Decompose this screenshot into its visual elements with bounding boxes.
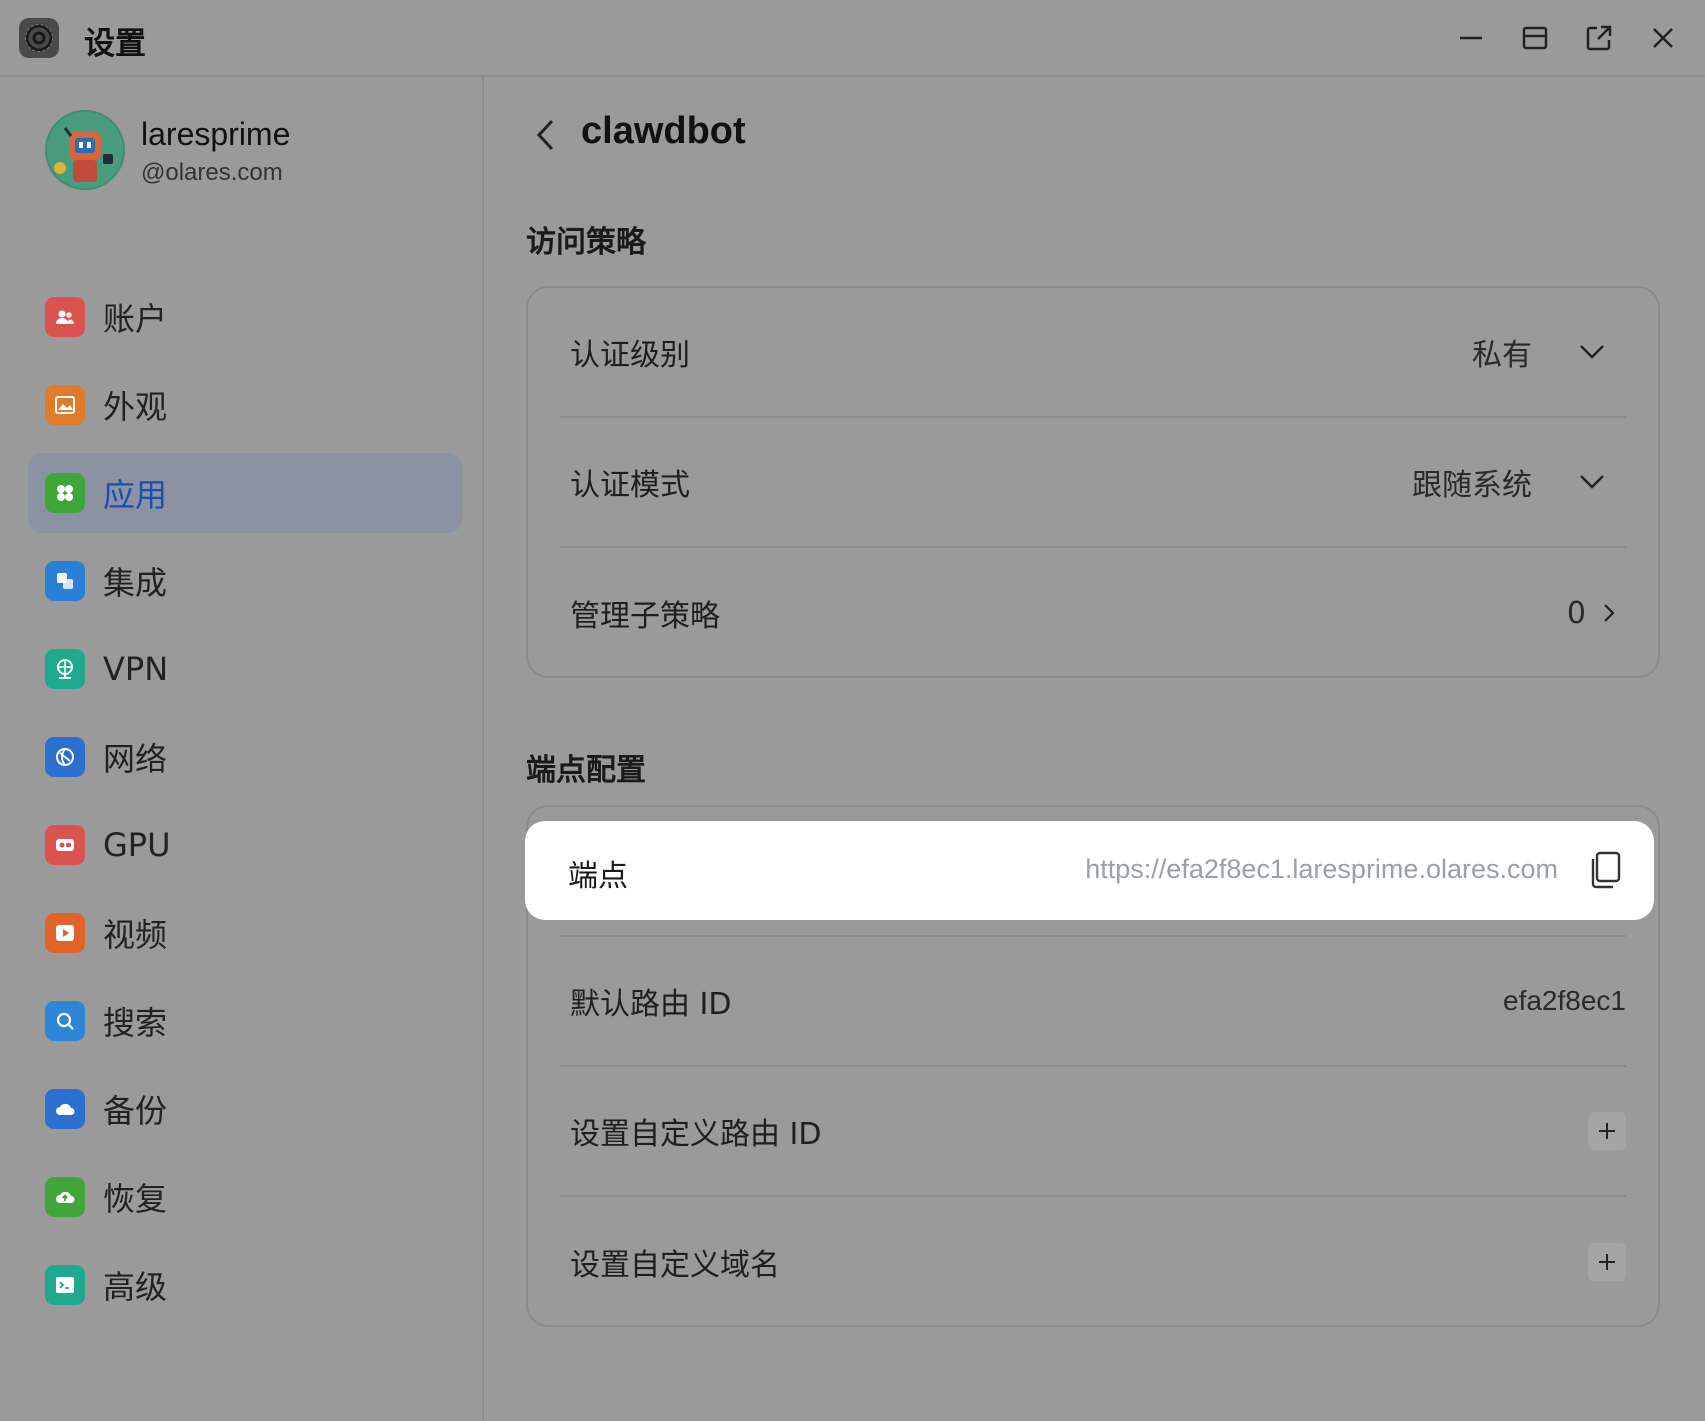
avatar[interactable] [45,110,125,190]
main-panel: clawdbot 访问策略 认证级别 私有 认证模式 跟随系统 管理子策略 0 [486,77,1705,1421]
sidebar-item-label: 应用 [103,476,168,514]
sub-policy-count: 0 [1566,595,1586,631]
page-title: clawdbot [581,110,746,152]
add-custom-domain-button[interactable] [1588,1243,1626,1281]
auth-mode-select[interactable]: 跟随系统 [1412,460,1532,504]
advanced-icon [45,1265,85,1305]
minimize-icon[interactable] [1453,20,1489,56]
access-policy-heading: 访问策略 [526,225,646,260]
default-route-id-row: 默认路由 ID efa2f8ec1 [560,937,1626,1067]
plus-icon [1599,1254,1615,1270]
add-custom-route-id-button[interactable] [1588,1112,1626,1150]
vpn-icon [45,649,85,689]
default-route-id-value: efa2f8ec1 [1503,985,1626,1016]
endpoint-label: 端点 [568,859,628,894]
settings-app-icon [19,18,59,58]
sidebar-item-advanced[interactable]: 高级 [28,1245,462,1325]
video-icon [45,913,85,953]
endpoint-config-heading: 端点配置 [526,753,646,788]
row-label: 设置自定义域名 [570,1248,780,1283]
sidebar-item-backup[interactable]: 备份 [28,1069,462,1149]
row-label: 认证级别 [570,338,690,373]
sidebar-item-integration[interactable]: 集成 [28,541,462,621]
auth-mode-row[interactable]: 认证模式 跟随系统 [560,418,1626,548]
sidebar-item-search[interactable]: 搜索 [28,981,462,1061]
sidebar-item-label: GPU [103,826,171,864]
backup-icon [45,1089,85,1129]
sidebar-item-restore[interactable]: 恢复 [28,1157,462,1237]
access-policy-card: 认证级别 私有 认证模式 跟随系统 管理子策略 0 [526,286,1660,678]
apps-icon [45,473,85,513]
sidebar-item-appearance[interactable]: 外观 [28,365,462,445]
custom-route-id-row[interactable]: 设置自定义路由 ID [560,1067,1626,1197]
gpu-icon [45,825,85,865]
plus-icon [1599,1123,1615,1139]
row-label: 设置自定义路由 ID [570,1117,822,1152]
sidebar-item-label: 外观 [103,388,168,426]
sidebar-item-gpu[interactable]: GPU [28,805,462,885]
user-domain: @olares.com [141,159,283,186]
sidebar-item-label: VPN [103,650,169,688]
chevron-right-icon[interactable] [1602,602,1616,624]
sidebar-nav: 账户 外观 应用 集成 VPN 网络 GPU 视频 搜索 备份 恢复 高级 [28,277,462,1333]
copy-icon[interactable] [1588,850,1624,890]
window-title: 设置 [84,26,146,62]
sidebar-item-label: 恢复 [103,1180,168,1218]
sidebar-item-video[interactable]: 视频 [28,893,462,973]
user-name: laresprime [141,116,291,152]
sidebar-item-label: 账户 [103,300,168,338]
sidebar-item-label: 搜索 [103,1004,168,1042]
row-label: 默认路由 ID [570,987,732,1022]
chevron-down-icon[interactable] [1578,473,1606,491]
sub-policy-row[interactable]: 管理子策略 0 [560,548,1626,678]
row-label: 认证模式 [570,468,690,503]
endpoint-url[interactable]: https://efa2f8ec1.laresprime.olares.com [1085,854,1558,885]
endpoint-row[interactable]: 端点 https://efa2f8ec1.laresprime.olares.c… [525,821,1654,920]
restore-icon [45,1177,85,1217]
sidebar-item-label: 高级 [103,1268,168,1306]
back-button[interactable] [526,115,566,155]
search-icon [45,1001,85,1041]
auth-level-row[interactable]: 认证级别 私有 [560,288,1626,418]
maximize-icon[interactable] [1517,20,1553,56]
sidebar-item-vpn[interactable]: VPN [28,629,462,709]
sidebar-item-accounts[interactable]: 账户 [28,277,462,357]
close-icon[interactable] [1645,20,1681,56]
sidebar-item-label: 集成 [103,564,168,602]
sidebar-item-label: 视频 [103,916,168,954]
auth-level-select[interactable]: 私有 [1472,330,1532,374]
row-label: 管理子策略 [570,599,720,634]
sidebar-item-label: 网络 [103,740,168,778]
sidebar-item-apps[interactable]: 应用 [28,453,462,533]
sidebar-item-label: 备份 [103,1092,168,1130]
sidebar-item-network[interactable]: 网络 [28,717,462,797]
open-external-icon[interactable] [1581,20,1617,56]
integration-icon [45,561,85,601]
custom-domain-row[interactable]: 设置自定义域名 [560,1197,1626,1327]
accounts-icon [45,297,85,337]
title-bar: 设置 [0,0,1705,77]
appearance-icon [45,385,85,425]
sidebar: laresprime @olares.com 账户 外观 应用 集成 VPN 网… [0,77,484,1421]
chevron-left-icon [536,119,554,151]
chevron-down-icon[interactable] [1578,343,1606,361]
network-icon [45,737,85,777]
